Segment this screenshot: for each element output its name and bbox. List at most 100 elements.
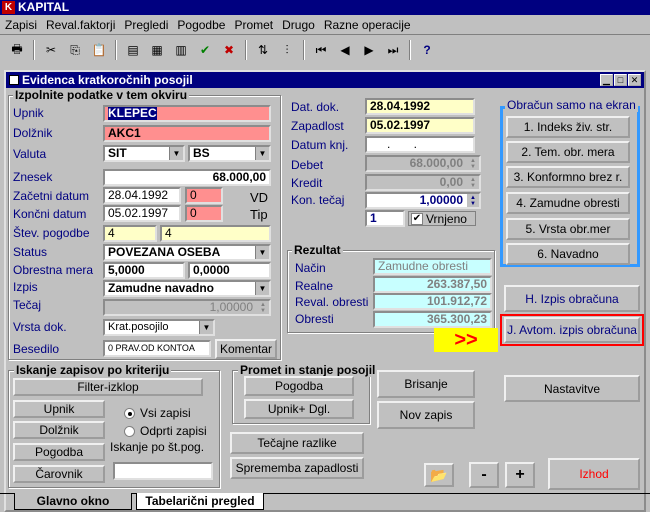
obracun-3-button[interactable]: 3. Konformno brez r. xyxy=(506,166,630,188)
table-icon[interactable]: ▤ xyxy=(122,39,144,61)
minus-button[interactable]: - xyxy=(469,462,499,488)
iskanje-dolznik-button[interactable]: Dolžnik xyxy=(13,421,105,439)
close-icon[interactable]: ✕ xyxy=(628,74,641,86)
folder-icon[interactable]: 📂 xyxy=(424,463,454,487)
menu-pregledi[interactable]: Pregledi xyxy=(121,18,174,32)
help-icon[interactable]: ? xyxy=(416,39,438,61)
nacin-label: Način xyxy=(295,261,326,275)
tab-glavno-okno[interactable]: Glavno okno xyxy=(14,493,132,510)
obrestna1-field[interactable]: 5,0000 xyxy=(103,262,185,279)
dolznik-field[interactable]: AKC1 xyxy=(103,125,271,142)
iskanje-pogodba-input[interactable] xyxy=(113,462,213,480)
edit-record-icon[interactable]: ▥ xyxy=(170,39,192,61)
obracun-6-button[interactable]: 6. Navadno xyxy=(506,243,630,265)
menu-drugo[interactable]: Drugo xyxy=(279,18,321,32)
odprti-radio-wrap[interactable]: Odprti zapisi xyxy=(124,424,207,438)
print-icon[interactable]: 🖶 xyxy=(6,39,28,61)
obracun-5-button[interactable]: 5. Vrsta obr.mer xyxy=(506,218,630,240)
zapadlost-field[interactable]: 05.02.1997 xyxy=(365,117,475,134)
cut-icon[interactable]: ✂ xyxy=(40,39,62,61)
obracun-4-button[interactable]: 4. Zamudne obresti xyxy=(506,192,630,214)
nov-zapis-button[interactable]: Nov zapis xyxy=(377,401,475,429)
spinner-icon[interactable]: ▲ ▼ xyxy=(467,194,479,207)
spinner-icon[interactable]: ▲ ▼ xyxy=(467,176,479,189)
spinner-icon[interactable]: ▲ ▼ xyxy=(467,157,479,170)
chevron-down-icon[interactable]: ▼ xyxy=(199,321,213,334)
odprti-radio[interactable] xyxy=(124,425,135,437)
datum-knj-field[interactable]: . . xyxy=(365,136,475,153)
menu-zapisi[interactable]: Zapisi xyxy=(2,18,43,32)
koncni-n-field[interactable]: 0 xyxy=(185,205,223,222)
avtom-izpis-button[interactable]: J. Avtom. izpis obračuna xyxy=(504,317,640,343)
iskanje-upnik-button[interactable]: Upnik xyxy=(13,400,105,418)
filter-icon[interactable]: ⫶ xyxy=(276,39,298,61)
first-record-icon[interactable]: ⏮ xyxy=(310,39,332,61)
tecaj-field[interactable]: 1,00000 ▲ ▼ xyxy=(103,299,271,316)
maximize-icon[interactable]: □ xyxy=(614,74,627,86)
upnik-field[interactable]: KLEPEC xyxy=(103,105,271,122)
minimize-icon[interactable]: ▁ xyxy=(600,74,613,86)
nastavitve-button[interactable]: Nastavitve xyxy=(504,375,640,402)
vrsta-select[interactable]: Krat.posojilo ▼ xyxy=(103,319,215,336)
vrnjeno-checkbox[interactable]: ✔ xyxy=(411,212,423,225)
menu-promet[interactable]: Promet xyxy=(231,18,279,32)
valuta2-select[interactable]: BS ▼ xyxy=(188,145,271,162)
besedilo-field[interactable]: 0 PRAV.OD KONTOA xyxy=(103,340,211,357)
nacin-field: Zamudne obresti xyxy=(373,258,492,275)
spinner-icon[interactable]: ▲ ▼ xyxy=(257,301,269,314)
komentar-button[interactable]: Komentar xyxy=(215,339,277,359)
copy-icon[interactable]: ⎘ xyxy=(64,39,86,61)
stev2-field[interactable]: 4 xyxy=(160,225,271,242)
plus-button[interactable]: + xyxy=(505,462,535,488)
sort-icon[interactable]: ⇅ xyxy=(252,39,274,61)
brisanje-button[interactable]: Brisanje xyxy=(377,370,475,398)
delete-record-icon[interactable]: ✖ xyxy=(218,39,240,61)
debet-field[interactable]: 68.000,00 ▲ ▼ xyxy=(365,155,481,172)
chevron-down-icon[interactable]: ▼ xyxy=(255,147,269,160)
confirm-record-icon[interactable]: ✔ xyxy=(194,39,216,61)
next-record-icon[interactable]: ▶ xyxy=(358,39,380,61)
sprememba-zapadlosti-button[interactable]: Sprememba zapadlosti xyxy=(230,457,364,479)
vsi-radio-wrap[interactable]: Vsi zapisi xyxy=(124,406,191,420)
menu-reval[interactable]: Reval.faktorji xyxy=(43,18,121,32)
dat-dok-field[interactable]: 28.04.1992 xyxy=(365,98,475,115)
koncni-field[interactable]: 05.02.1997 xyxy=(103,205,181,222)
obracun-1-button[interactable]: 1. Indeks živ. str. xyxy=(506,116,630,138)
kon-tecaj-field[interactable]: 1,00000 ▲ ▼ xyxy=(365,192,481,209)
izhod-button[interactable]: Izhod xyxy=(548,458,640,490)
izpis-select[interactable]: Zamudne navadno ▼ xyxy=(103,280,271,297)
stev1-field[interactable]: 4 xyxy=(103,225,157,242)
promet-pogodba-button[interactable]: Pogodba xyxy=(244,376,354,396)
menu-razne[interactable]: Razne operacije xyxy=(321,18,417,32)
toolbar-separator xyxy=(245,40,247,60)
obrestna2-field[interactable]: 0,0000 xyxy=(188,262,271,279)
vrnjeno-n-field[interactable]: 1 xyxy=(365,210,405,227)
zacetni-field[interactable]: 28.04.1992 xyxy=(103,187,181,204)
chevron-down-icon[interactable]: ▼ xyxy=(255,246,269,259)
status-select[interactable]: POVEZANA OSEBA ▼ xyxy=(103,244,271,261)
add-record-icon[interactable]: ▦ xyxy=(146,39,168,61)
chevron-down-icon[interactable]: ▼ xyxy=(169,147,183,160)
obracun-2-button[interactable]: 2. Tem. obr. mera xyxy=(506,141,630,163)
app-title: KAPITAL xyxy=(18,0,70,14)
iskanje-pogodba-button[interactable]: Pogodba xyxy=(13,443,105,461)
tecajne-razlike-button[interactable]: Tečajne razlike xyxy=(230,432,364,454)
carovnik-button[interactable]: Čarovnik xyxy=(13,465,105,483)
vsi-radio[interactable] xyxy=(124,407,135,419)
chevron-down-icon[interactable]: ▼ xyxy=(255,282,269,295)
zacetni-n-field[interactable]: 0 xyxy=(185,187,223,204)
paste-icon[interactable]: 📋 xyxy=(88,39,110,61)
tab-tabelaricni-pregled[interactable]: Tabelarični pregled xyxy=(136,493,264,510)
filter-button[interactable]: Filter-izklop xyxy=(13,378,203,396)
toolbar-separator xyxy=(303,40,305,60)
izpis-obracuna-button[interactable]: H. Izpis obračuna xyxy=(504,285,640,312)
kredit-field[interactable]: 0,00 ▲ ▼ xyxy=(365,174,481,191)
prev-record-icon[interactable]: ◀ xyxy=(334,39,356,61)
valuta1-select[interactable]: SIT ▼ xyxy=(103,145,185,162)
vrnjeno-checkbox-wrap[interactable]: ✔ Vrnjeno xyxy=(408,211,476,226)
last-record-icon[interactable]: ⏭ xyxy=(382,39,404,61)
znesek-field[interactable]: 68.000,00 xyxy=(103,169,271,186)
upnik-dgl-button[interactable]: Upnik+ Dgl. xyxy=(244,399,354,419)
window-title: Evidenca kratkoročnih posojil xyxy=(22,73,193,87)
menu-pogodbe[interactable]: Pogodbe xyxy=(174,18,231,32)
